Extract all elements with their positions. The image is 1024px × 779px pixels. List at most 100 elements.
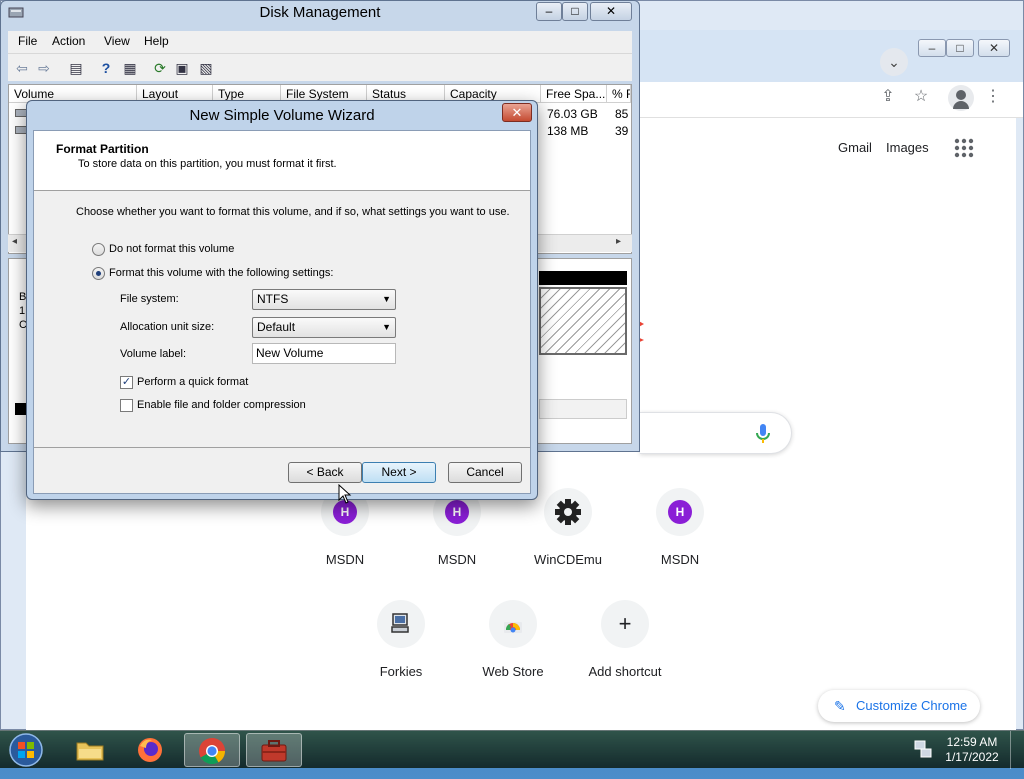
dm-toolbar: ⇦ ⇨ ▤ ? ▦ ⟳ ▣ ▧ bbox=[8, 53, 632, 81]
shortcut-web-store[interactable]: Web Store bbox=[457, 598, 569, 694]
file-system-label: File system: bbox=[120, 293, 179, 305]
shortcut-wincdemu[interactable]: WinCDEmu bbox=[512, 486, 624, 582]
clock-date: 1/17/2022 bbox=[945, 750, 999, 764]
compression-label[interactable]: Enable file and folder compression bbox=[137, 399, 306, 411]
dropdown-arrow-icon: ▼ bbox=[382, 322, 391, 332]
menu-view[interactable]: View bbox=[104, 34, 130, 48]
radio-format-volume-label[interactable]: Format this volume with the following se… bbox=[109, 267, 333, 279]
file-system-select[interactable]: NTFS ▼ bbox=[252, 289, 396, 310]
col-free-space[interactable]: Free Spa... bbox=[541, 85, 607, 103]
unallocated-partition[interactable] bbox=[539, 287, 627, 355]
avatar-body bbox=[953, 101, 969, 109]
plus-icon: + bbox=[601, 600, 649, 648]
network-tray-icon[interactable] bbox=[914, 739, 932, 759]
dm-minimize-button[interactable]: – bbox=[536, 2, 562, 21]
chrome-close-button[interactable]: ✕ bbox=[978, 39, 1010, 57]
star-icon[interactable]: ☆ bbox=[910, 86, 932, 108]
instruction-text: Choose whether you want to format this v… bbox=[76, 206, 510, 218]
computer-management-taskbar-button[interactable] bbox=[246, 733, 302, 767]
wizard-body: Format Partition To store data on this p… bbox=[33, 130, 531, 494]
new-simple-volume-wizard: New Simple Volume Wizard ✕ Format Partit… bbox=[26, 100, 538, 500]
menu-file[interactable]: File bbox=[18, 34, 37, 48]
allocation-unit-select[interactable]: Default ▼ bbox=[252, 317, 396, 338]
shortcut-label: Web Store bbox=[482, 664, 544, 679]
start-button[interactable] bbox=[6, 732, 46, 768]
quick-format-checkbox[interactable]: ✓ bbox=[120, 376, 133, 389]
shortcut-msdn-3[interactable]: H MSDN bbox=[624, 486, 736, 582]
mouse-cursor-icon bbox=[338, 483, 352, 504]
toolbox-icon bbox=[261, 740, 287, 762]
chrome-taskbar-button[interactable] bbox=[184, 733, 240, 767]
shortcut-label: MSDN bbox=[660, 552, 700, 567]
properties-icon[interactable]: ▣ bbox=[172, 58, 192, 78]
col-percent-free[interactable]: % F bbox=[607, 85, 631, 103]
help-icon[interactable]: ? bbox=[96, 58, 116, 78]
compression-checkbox[interactable] bbox=[120, 399, 133, 412]
shortcut-label: Forkies bbox=[379, 664, 423, 679]
percent-free-cell: 85 bbox=[615, 107, 629, 121]
apps-grid-icon[interactable] bbox=[954, 138, 974, 158]
gear-icon bbox=[555, 499, 581, 525]
show-desktop-button[interactable] bbox=[1010, 731, 1024, 769]
quick-format-label[interactable]: Perform a quick format bbox=[137, 376, 248, 388]
more-menu-icon[interactable]: ⋮ bbox=[982, 86, 1004, 108]
shortcut-label: WinCDEmu bbox=[534, 552, 602, 567]
back-button[interactable]: < Back bbox=[288, 462, 362, 483]
shortcut-icon-bg: H bbox=[656, 488, 704, 536]
volume-label-input[interactable]: New Volume bbox=[252, 343, 396, 364]
shortcut-add[interactable]: + Add shortcut bbox=[569, 598, 681, 694]
avatar-head bbox=[956, 90, 966, 100]
console-tree-icon[interactable]: ▤ bbox=[66, 58, 86, 78]
shortcut-icon-bg bbox=[544, 488, 592, 536]
refresh-icon[interactable]: ⟳ bbox=[150, 58, 170, 78]
shortcut-forkies[interactable]: Forkies bbox=[345, 598, 457, 694]
disk-icon[interactable]: ▧ bbox=[196, 58, 216, 78]
free-space-cell: 138 MB bbox=[547, 124, 589, 138]
pencil-icon: ✎ bbox=[834, 698, 846, 714]
menu-action[interactable]: Action bbox=[52, 34, 85, 48]
page-subtitle: To store data on this partition, you mus… bbox=[78, 158, 337, 170]
footer-divider bbox=[34, 447, 530, 448]
wizard-title: New Simple Volume Wizard bbox=[189, 107, 375, 124]
dm-menubar: File Action View Help bbox=[8, 31, 632, 53]
customize-chrome-label: Customize Chrome bbox=[856, 698, 968, 713]
shortcut-msdn-2[interactable]: H MSDN bbox=[401, 486, 513, 582]
search-box[interactable] bbox=[640, 412, 792, 454]
scroll-left-arrow-icon[interactable]: ◂ bbox=[12, 236, 17, 247]
chrome-maximize-button[interactable]: □ bbox=[946, 39, 974, 57]
forward-arrow-icon[interactable]: ⇨ bbox=[34, 58, 54, 78]
back-arrow-icon[interactable]: ⇦ bbox=[12, 58, 32, 78]
radio-do-not-format[interactable] bbox=[92, 243, 105, 256]
chrome-minimize-button[interactable]: – bbox=[918, 39, 946, 57]
explorer-taskbar-button[interactable] bbox=[62, 733, 118, 767]
folder-icon bbox=[76, 742, 104, 761]
dm-maximize-button[interactable]: □ bbox=[562, 2, 588, 21]
radio-do-not-format-label[interactable]: Do not format this volume bbox=[109, 243, 234, 255]
chevron-down-icon[interactable]: ⌄ bbox=[880, 48, 908, 76]
scroll-right-arrow-icon[interactable]: ▸ bbox=[616, 236, 621, 247]
menu-help[interactable]: Help bbox=[144, 34, 169, 48]
clock-time: 12:59 AM bbox=[946, 735, 998, 749]
wizard-close-button[interactable]: ✕ bbox=[502, 103, 532, 122]
share-icon[interactable]: ⇪ bbox=[877, 86, 899, 108]
action-pane-icon[interactable]: ▦ bbox=[120, 58, 140, 78]
page-title: Format Partition bbox=[56, 142, 149, 156]
images-link[interactable]: Images bbox=[886, 140, 929, 155]
firefox-taskbar-button[interactable] bbox=[122, 733, 178, 767]
customize-chrome-button[interactable]: ✎ Customize Chrome bbox=[818, 690, 980, 722]
free-space-cell: 76.03 GB bbox=[547, 107, 598, 121]
dm-close-button[interactable]: ✕ bbox=[590, 2, 632, 21]
radio-format-volume[interactable] bbox=[92, 267, 105, 280]
msdn-icon: H bbox=[445, 500, 469, 524]
microphone-icon[interactable] bbox=[756, 423, 770, 445]
next-button[interactable]: Next > bbox=[362, 462, 436, 483]
status-bar-segment bbox=[539, 399, 627, 419]
chrome-icon bbox=[199, 738, 226, 765]
profile-avatar[interactable] bbox=[948, 85, 974, 111]
taskbar: 12:59 AM 1/17/2022 bbox=[0, 730, 1024, 769]
gmail-link[interactable]: Gmail bbox=[838, 140, 872, 155]
shortcut-label: Add shortcut bbox=[588, 664, 662, 679]
cancel-button[interactable]: Cancel bbox=[448, 462, 522, 483]
disk-label-fragment: 1 bbox=[19, 305, 26, 317]
clock[interactable]: 12:59 AM 1/17/2022 bbox=[942, 735, 1002, 765]
